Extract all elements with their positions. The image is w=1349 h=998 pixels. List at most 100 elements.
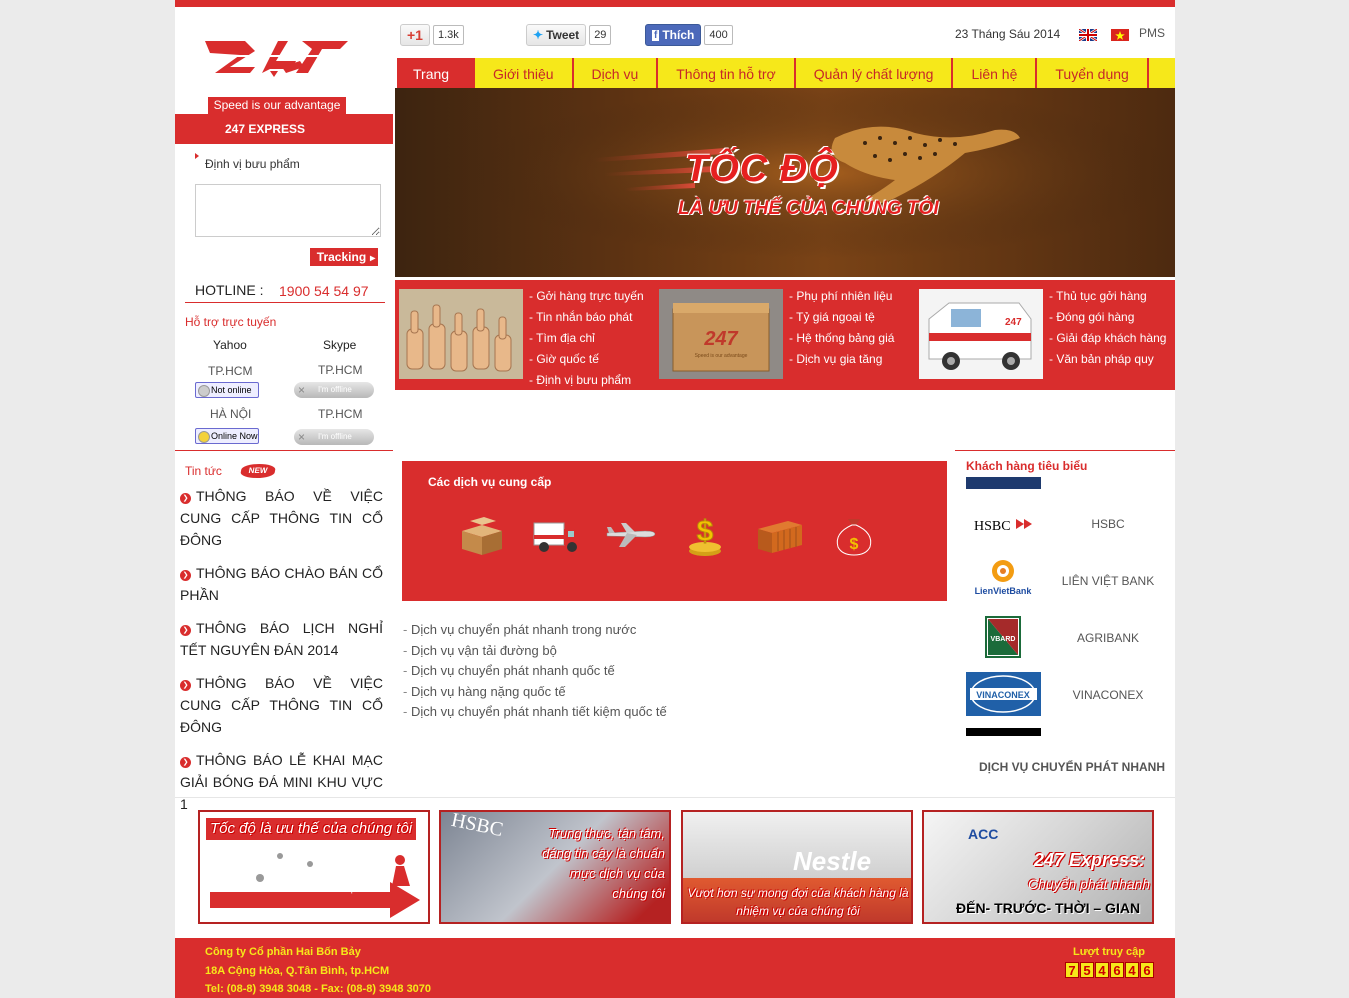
boxes-icon[interactable] (456, 511, 508, 559)
hotline-label: HOTLINE : (195, 282, 264, 298)
lienvietbank-logo[interactable]: LienVietBank (966, 557, 1041, 601)
quick-link[interactable]: Văn bản pháp quy (1049, 349, 1166, 370)
vietnam-flag-icon[interactable] (1111, 29, 1129, 41)
quick-link[interactable]: Hệ thống bảng giá (789, 328, 894, 349)
logo-247-icon (205, 41, 348, 77)
customer-name: LIÊN VIỆT BANK (1061, 574, 1155, 588)
yahoo-status-hcm[interactable]: Not online (195, 382, 259, 398)
truck-icon[interactable] (530, 511, 582, 559)
thumbs-up-image[interactable] (399, 289, 523, 379)
bottom-banner-title: Tốc độ là ưu thế của chúng tôi (210, 820, 413, 837)
nav-services[interactable]: Dịch vụ (574, 58, 659, 88)
quick-link[interactable]: Thủ tục gởi hàng (1049, 286, 1166, 307)
news-item[interactable]: THÔNG BÁO CHÀO BÁN CỔ PHẦN (180, 562, 383, 606)
bottom-banner-title: 247 Express: (1034, 850, 1146, 870)
hotline-number: 1900 54 54 97 (279, 283, 369, 299)
customers-title: Khách hàng tiêu biểu (966, 459, 1088, 473)
quick-link[interactable]: Tin nhắn báo phát (529, 307, 644, 328)
nav-recruitment[interactable]: Tuyển dụng (1037, 58, 1149, 88)
bottom-banner-sub: 247 Express (326, 885, 371, 894)
skype-city-hcm-2: TP.HCM (318, 407, 363, 421)
news-item[interactable]: THÔNG BÁO VỀ VIỆC CUNG CẤP THÔNG TIN CỔ … (180, 672, 383, 738)
page: Speed is our advantage +1 1.3k ✦ Tweet 29… (175, 0, 1175, 998)
logo-247[interactable]: Speed is our advantage (200, 29, 350, 114)
service-link[interactable]: Dịch vụ chuyển phát nhanh tiết kiệm quốc… (403, 702, 667, 723)
bottom-banner-sub: Chuyển phát nhanh (1028, 876, 1151, 892)
news-item[interactable]: THÔNG BÁO VỀ VIỆC CUNG CẤP THÔNG TIN CỔ … (180, 485, 383, 551)
svg-text:VBARD: VBARD (991, 636, 1016, 643)
service-link[interactable]: Dịch vụ hàng nặng quốc tế (403, 682, 667, 703)
delivery-van-image[interactable]: 247 (919, 289, 1043, 379)
yahoo-status-hanoi[interactable]: Online Now (195, 428, 259, 444)
counter-digit: 6 (1110, 962, 1124, 978)
customers-divider (955, 450, 1175, 451)
quick-links-group-1: Gởi hàng trực tuyến Tin nhắn báo phát Tì… (529, 286, 644, 391)
hsbc-logo[interactable]: HSBC (966, 503, 1041, 547)
section-divider (175, 797, 1175, 798)
svg-text:Speed is our advantage: Speed is our advantage (695, 353, 748, 359)
delivery-box-image[interactable]: 247 Speed is our advantage (659, 289, 783, 379)
skype-status-2[interactable]: I'm offline (294, 429, 374, 445)
bottom-banner-ontime[interactable]: ACC 247 Express: Chuyển phát nhanh ĐẾN- … (922, 810, 1154, 924)
bottom-banner-logo: ACC (968, 826, 999, 842)
gplus-button[interactable]: +1 (400, 24, 430, 46)
customers-footer-text: DỊCH VỤ CHUYỂN PHÁT NHANH (979, 760, 1166, 774)
quick-link[interactable]: Giờ quốc tế (529, 349, 644, 370)
vinaconex-logo[interactable]: VINACONEX (966, 672, 1041, 716)
banner-title: TỐC ĐỘ (685, 148, 839, 190)
online-support-title: Hỗ trợ trực tuyến (185, 315, 277, 329)
agribank-logo[interactable]: VBARD (966, 615, 1041, 659)
hero-banner: TỐC ĐỘ LÀ ƯU THẾ CỦA CHÚNG TÔI (395, 88, 1175, 277)
nav-support-info[interactable]: Thông tin hỗ trợ (658, 58, 796, 88)
uk-flag-icon[interactable] (1079, 29, 1097, 41)
sidebar-heading: 247 EXPRESS (175, 114, 393, 144)
gplus-widget[interactable]: +1 1.3k (400, 23, 464, 47)
quick-link[interactable]: Dịch vụ gia tăng (789, 349, 894, 370)
news-item[interactable]: THÔNG BÁO LỊCH NGHỈ TẾT NGUYÊN ĐÁN 2014 (180, 617, 383, 661)
service-link[interactable]: Dịch vụ chuyển phát nhanh trong nước (403, 620, 667, 641)
twitter-bird-icon: ✦ (533, 28, 544, 42)
news-item[interactable]: THÔNG BÁO LỄ KHAI MẠC GIẢI BÓNG ĐÁ MINI … (180, 749, 383, 815)
tweet-widget[interactable]: ✦ Tweet 29 (526, 23, 612, 47)
facebook-like-button[interactable]: f Thích (645, 24, 702, 46)
nav-about[interactable]: Giới thiệu (475, 58, 574, 88)
quick-link[interactable]: Phụ phí nhiên liệu (789, 286, 894, 307)
news-list: THÔNG BÁO VỀ VIỆC CUNG CẤP THÔNG TIN CỔ … (180, 485, 383, 826)
customer-name: AGRIBANK (1076, 631, 1139, 645)
service-link[interactable]: Dịch vụ chuyển phát nhanh quốc tế (403, 661, 667, 682)
hsbc-logo-text: HSBC (974, 519, 1011, 534)
facebook-like-label: Thích (662, 28, 695, 42)
bottom-banner-brand: Nestle (793, 846, 872, 876)
skype-status-1[interactable]: I'm offline (294, 382, 374, 398)
nav-home[interactable]: Trang chủ (397, 58, 475, 114)
quick-link[interactable]: Tỷ giá ngoại tệ (789, 307, 894, 328)
counter-digit: 4 (1095, 962, 1109, 978)
container-icon[interactable] (754, 511, 806, 559)
tracking-button[interactable]: Tracking (310, 248, 378, 266)
facebook-like-widget[interactable]: f Thích 400 (645, 23, 733, 47)
nav-contact[interactable]: Liên hệ (953, 58, 1038, 88)
dollar-coins-icon[interactable]: $ (679, 511, 731, 559)
quick-link[interactable]: Định vị bưu phẩm (529, 370, 644, 391)
svg-text:VINACONEX: VINACONEX (976, 690, 1030, 700)
quick-link[interactable]: Tìm địa chỉ (529, 328, 644, 349)
bottom-banner-honest[interactable]: HSBC Trung thực, tận tâm, đáng tin cậy l… (439, 810, 671, 924)
bottom-banner-exceed[interactable]: Nestle Vượt hơn sự mong đợi của khách hà… (681, 810, 913, 924)
tracking-input[interactable] (195, 184, 381, 237)
footer-company: Công ty Cổ phần Hai Bốn Bảy (205, 946, 361, 958)
airplane-icon[interactable] (605, 511, 657, 559)
tweet-button[interactable]: ✦ Tweet (526, 24, 587, 46)
nav-quality[interactable]: Quản lý chất lượng (796, 58, 954, 88)
service-link[interactable]: Dịch vụ vận tải đường bộ (403, 641, 667, 662)
visit-counter: 7 5 4 6 4 6 (1065, 962, 1154, 978)
bottom-banner-speed[interactable]: Tốc độ là ưu thế của chúng tôi 247 Expre… (198, 810, 430, 924)
pms-link[interactable]: PMS (1139, 26, 1165, 40)
quick-link[interactable]: Đóng gói hàng (1049, 307, 1166, 328)
customer-logo-partial (966, 728, 1041, 736)
counter-digit: 7 (1065, 962, 1079, 978)
svg-text:$: $ (850, 536, 859, 553)
quick-link[interactable]: Giải đáp khách hàng (1049, 328, 1166, 349)
quick-link[interactable]: Gởi hàng trực tuyến (529, 286, 643, 307)
money-bag-icon[interactable]: $ (828, 511, 880, 559)
sidebar-divider (175, 450, 393, 451)
